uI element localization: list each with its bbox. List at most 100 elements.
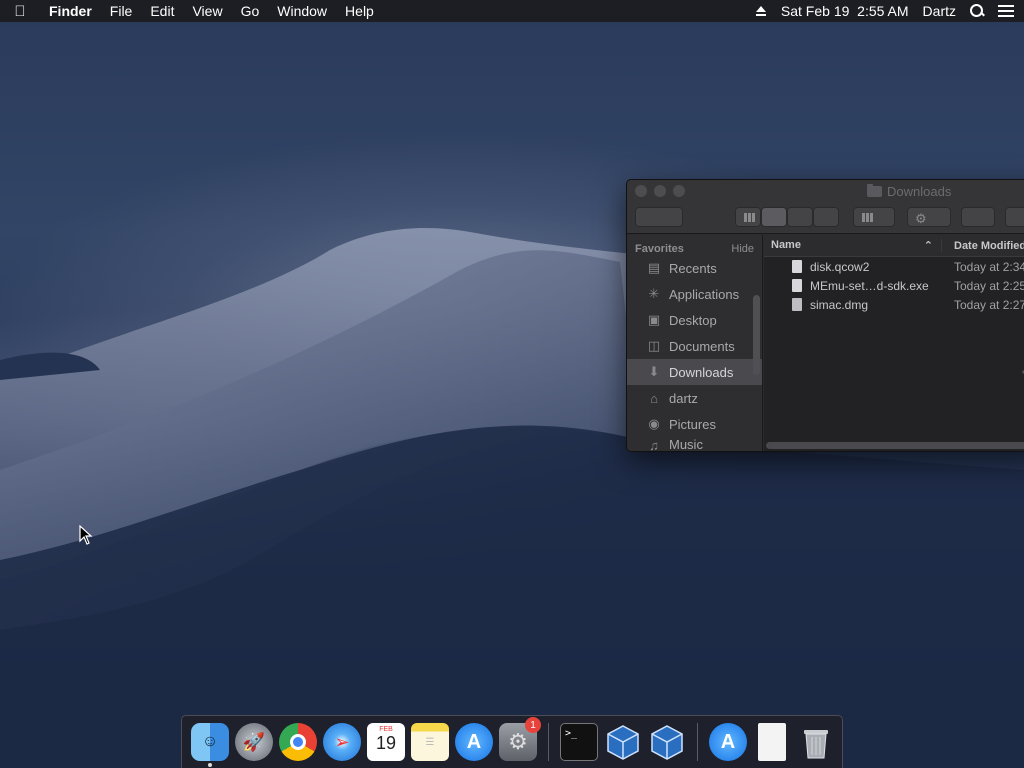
pictures-icon: ◉ <box>648 416 660 431</box>
file-row[interactable]: simac.dmg Today at 2:27 <box>764 295 1024 314</box>
window-title-text: Downloads <box>887 184 952 199</box>
sidebar-header: Favorites <box>635 243 684 255</box>
close-button[interactable] <box>635 185 647 197</box>
menu-bar:  Finder File Edit View Go Window Help S… <box>0 0 1024 22</box>
window-titlebar[interactable]: Downloads <box>627 180 1024 202</box>
sidebar-scrollbar[interactable] <box>753 295 760 375</box>
menu-user[interactable]: Dartz <box>923 3 956 19</box>
dock-virtualbox-vm[interactable] <box>648 723 686 761</box>
sidebar-item-desktop[interactable]: ▣ Desktop <box>627 307 762 333</box>
safari-icon: ➢ <box>334 731 350 752</box>
file-name: MEmu-set…d-sdk.exe <box>810 278 929 293</box>
dock-system-preferences[interactable]: ⚙ 1 <box>499 717 541 761</box>
file-name: disk.qcow2 <box>810 259 870 274</box>
sidebar-item-music[interactable]: ♫ Music <box>627 437 762 451</box>
tags-button[interactable] <box>1005 207 1024 227</box>
menu-window[interactable]: Window <box>268 0 336 22</box>
notification-badge: 1 <box>525 717 541 733</box>
dock-chrome[interactable] <box>279 723 317 761</box>
horizontal-scrollbar[interactable] <box>766 442 1024 449</box>
sidebar-item-label: Desktop <box>669 312 717 328</box>
notification-center-icon[interactable] <box>998 5 1014 17</box>
group-by-button[interactable] <box>853 207 895 227</box>
menu-file[interactable]: File <box>101 0 142 22</box>
home-icon: ⌂ <box>650 390 658 406</box>
documents-icon: ◫ <box>647 338 661 353</box>
list-view-button[interactable] <box>761 207 787 227</box>
sidebar-item-label: dartz <box>669 390 698 406</box>
file-date: Today at 2:27 <box>954 297 1024 312</box>
menu-edit[interactable]: Edit <box>141 0 183 22</box>
dock-document[interactable] <box>758 723 786 761</box>
file-row[interactable]: MEmu-set…d-sdk.exe Today at 2:25 <box>764 276 1024 295</box>
launchpad-icon: 🚀 <box>242 731 266 752</box>
folder-icon <box>867 184 882 197</box>
finder-window: Downloads ⚙ Favorites Hide ▤ Recents ✳ A… <box>626 179 1024 452</box>
action-button[interactable]: ⚙ <box>907 207 951 227</box>
file-name: simac.dmg <box>810 297 869 312</box>
menu-clock[interactable]: Sat Feb 19 2:55 AM <box>781 3 909 19</box>
sidebar-item-label: Pictures <box>669 416 716 432</box>
sidebar-item-recents[interactable]: ▤ Recents <box>627 255 762 281</box>
virtualbox-icon <box>607 725 639 760</box>
sidebar-item-applications[interactable]: ✳ Applications <box>627 281 762 307</box>
terminal-icon: >_ <box>565 728 578 739</box>
column-name-header[interactable]: Name ⌃ <box>764 239 942 252</box>
icon-view-button[interactable] <box>735 207 761 227</box>
sidebar-item-label: Recents <box>669 260 717 276</box>
sidebar-item-label: Documents <box>669 338 735 354</box>
chrome-icon <box>290 734 306 750</box>
zoom-button[interactable] <box>673 185 685 197</box>
virtualbox-vm-icon <box>651 725 683 760</box>
finder-sidebar: Favorites Hide ▤ Recents ✳ Applications … <box>627 235 763 451</box>
sidebar-item-documents[interactable]: ◫ Documents <box>627 333 762 359</box>
dock-app-store-downloads[interactable]: A <box>709 723 747 761</box>
gallery-view-button[interactable] <box>813 207 839 227</box>
menu-help[interactable]: Help <box>336 0 383 22</box>
sidebar-item-downloads[interactable]: ⬇ Downloads <box>627 359 762 385</box>
dock-terminal[interactable]: >_ <box>560 723 598 761</box>
dock-trash[interactable] <box>797 723 835 761</box>
calendar-day: 19 <box>375 733 397 753</box>
back-forward-buttons[interactable] <box>635 207 683 227</box>
window-title: Downloads <box>867 184 951 199</box>
mouse-cursor-icon <box>79 525 93 545</box>
file-date: Today at 2:34 <box>954 259 1024 274</box>
menu-view[interactable]: View <box>183 0 231 22</box>
column-date-header[interactable]: Date Modified <box>942 240 1024 252</box>
running-indicator <box>208 763 212 767</box>
file-list: Name ⌃ Date Modified disk.qcow2 Today at… <box>764 235 1024 451</box>
loading-spinner-icon <box>1022 370 1024 374</box>
finder-toolbar: ⚙ <box>627 202 1024 234</box>
recents-icon: ▤ <box>647 260 661 275</box>
sidebar-item-home[interactable]: ⌂ dartz <box>627 385 762 411</box>
file-icon <box>792 260 802 273</box>
apple-icon[interactable]:  <box>0 3 40 20</box>
menu-go[interactable]: Go <box>232 0 269 22</box>
finder-icon: ☺ <box>201 733 219 750</box>
sidebar-item-pictures[interactable]: ◉ Pictures <box>627 411 762 437</box>
minimize-button[interactable] <box>654 185 666 197</box>
dock-finder[interactable]: ☺ <box>191 723 229 767</box>
dock-app-store[interactable]: A <box>455 723 493 761</box>
spotlight-search-icon[interactable] <box>970 4 984 18</box>
dock-notes[interactable]: ☰ <box>411 723 449 761</box>
dock-virtualbox[interactable] <box>604 723 642 761</box>
eject-icon[interactable] <box>755 5 767 17</box>
column-view-button[interactable] <box>787 207 813 227</box>
file-row[interactable]: disk.qcow2 Today at 2:34 <box>764 257 1024 276</box>
sidebar-hide-button[interactable]: Hide <box>731 243 754 255</box>
column-header: Name ⌃ Date Modified <box>764 235 1024 257</box>
dock-calendar[interactable]: FEB 19 <box>367 723 405 761</box>
share-button[interactable] <box>961 207 995 227</box>
trash-icon <box>804 730 828 759</box>
applications-icon: ✳ <box>648 286 660 301</box>
dock-safari[interactable]: ➢ <box>323 723 361 761</box>
column-name-label: Name <box>771 239 801 251</box>
dock-launchpad[interactable]: 🚀 <box>235 723 273 761</box>
desktop-icon: ▣ <box>647 312 661 327</box>
file-date: Today at 2:25 <box>954 278 1024 293</box>
dock-separator <box>548 723 549 761</box>
downloads-icon: ⬇ <box>648 364 660 379</box>
menu-app-name[interactable]: Finder <box>40 0 101 22</box>
